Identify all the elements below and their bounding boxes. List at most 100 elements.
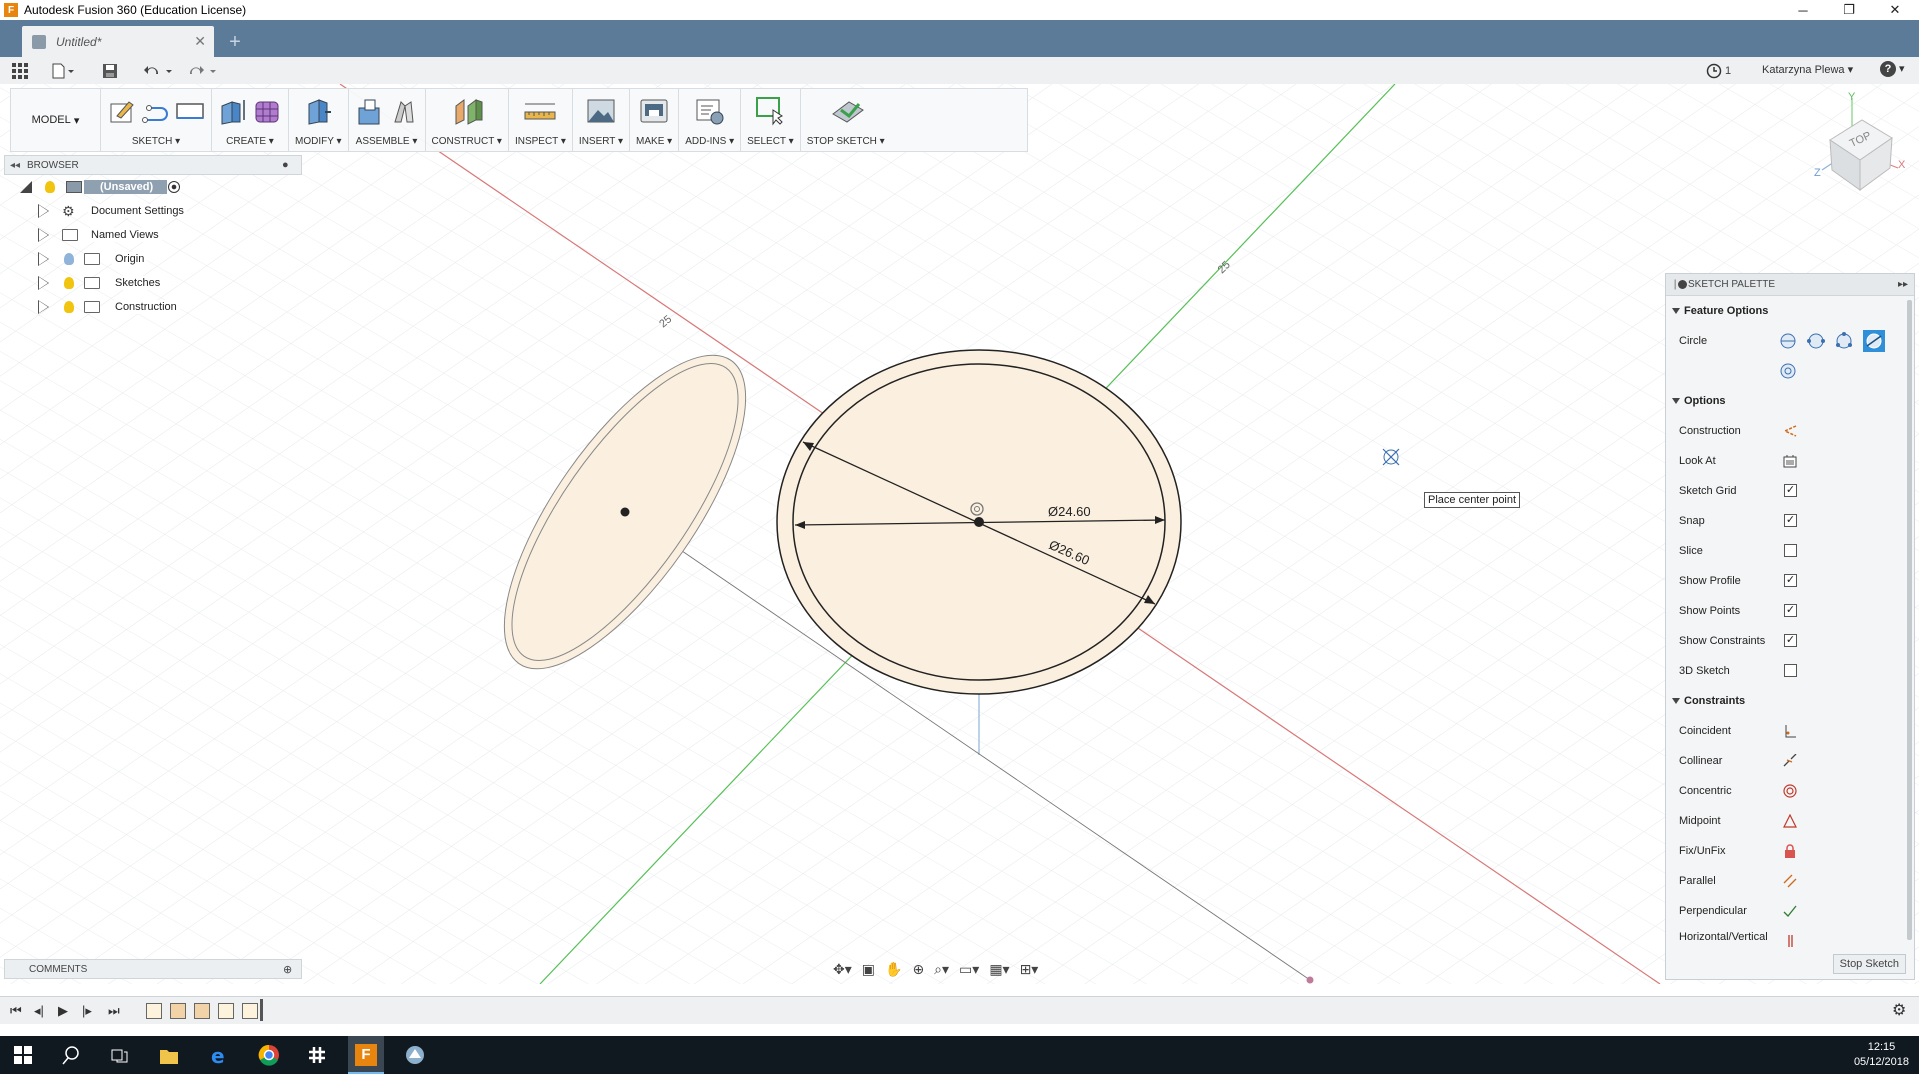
sketch-grid-checkbox[interactable]: ✓ [1784,484,1797,497]
toolbar-group-assemble[interactable]: ASSEMBLE ▾ [349,89,426,151]
task-view-icon[interactable] [108,1044,130,1066]
close-tab-button[interactable]: ✕ [194,33,206,50]
select-menu-label[interactable]: SELECT ▾ [747,136,794,147]
visibility-bulb-icon[interactable] [64,301,74,313]
help-button[interactable]: ? ▾ [1880,61,1905,77]
line-end-point[interactable] [1306,976,1314,984]
file-menu-icon[interactable] [52,60,74,82]
extrude-icon[interactable] [218,96,248,126]
stop-sketch-menu-label[interactable]: STOP SKETCH ▾ [807,136,885,147]
toolbar-group-select[interactable]: SELECT ▾ [741,89,801,151]
timeline-extrude-feature[interactable] [194,1003,210,1019]
option-construction[interactable]: Construction [1666,416,1914,446]
options-section[interactable]: Options [1666,386,1914,416]
search-icon[interactable] [60,1044,82,1066]
make-menu-label[interactable]: MAKE ▾ [636,136,672,147]
undo-icon[interactable] [144,60,174,82]
select-icon[interactable] [755,96,785,126]
toolbar-group-modify[interactable]: MODIFY ▾ [289,89,349,151]
timeline-marker[interactable] [260,999,263,1021]
constraints-section[interactable]: Constraints [1666,686,1914,716]
minimize-button[interactable]: ─ [1780,0,1826,20]
toolbar-group-inspect[interactable]: INSPECT ▾ [509,89,573,151]
three-point-circle-icon[interactable] [1835,332,1853,350]
insert-image-icon[interactable] [586,96,616,126]
play-icon[interactable]: ▶ [58,1003,68,1019]
root-label[interactable]: (Unsaved) [84,180,168,194]
toolbar-group-sketch[interactable]: SKETCH ▾ [101,89,212,151]
three-tangent-circle-icon[interactable] [1779,362,1797,380]
browser-options-icon[interactable]: ● [282,159,289,171]
insert-menu-label[interactable]: INSERT ▾ [579,136,623,147]
chrome-icon[interactable] [258,1044,280,1066]
toolbar-group-construct[interactable]: CONSTRUCT ▾ [426,89,509,151]
toolbar-group-addins[interactable]: ADD-INS ▾ [679,89,742,151]
slack-icon[interactable] [306,1044,328,1066]
go-to-end-icon[interactable]: ⏭ [108,1003,120,1019]
constraint-fix[interactable]: Fix/UnFix [1666,836,1914,866]
browser-root-node[interactable]: (Unsaved) [4,175,302,199]
collapse-triangle-icon[interactable] [20,181,32,193]
sketch-menu-label[interactable]: SKETCH ▾ [132,136,180,147]
constraint-parallel[interactable]: Parallel [1666,866,1914,896]
browser-item-origin[interactable]: Origin [4,247,302,271]
constraint-perpendicular[interactable]: Perpendicular [1666,896,1914,926]
option-sketch-grid[interactable]: Sketch Grid ✓ [1666,476,1914,506]
constraint-horizontal-vertical[interactable]: Horizontal/Vertical [1666,926,1914,948]
collapse-browser-icon[interactable]: ◂◂ [10,160,20,171]
midpoint-icon[interactable] [1783,814,1797,828]
3d-sketch-checkbox[interactable] [1784,664,1797,677]
fusion-taskbar-button[interactable]: F [348,1036,384,1074]
close-window-button[interactable]: ✕ [1872,0,1918,20]
toolbar-group-create[interactable]: CREATE ▾ [212,89,289,151]
slice-checkbox[interactable] [1784,544,1797,557]
snap-checkbox[interactable]: ✓ [1784,514,1797,527]
stop-sketch-icon[interactable] [831,96,864,126]
parallel-icon[interactable] [1783,874,1797,888]
pan-icon[interactable]: ✋ [885,961,902,978]
job-status-icon[interactable]: 1 [1706,60,1731,82]
constraint-collinear[interactable]: Collinear [1666,746,1914,776]
constraint-concentric[interactable]: Concentric [1666,776,1914,806]
option-show-profile[interactable]: Show Profile ✓ [1666,566,1914,596]
new-tab-button[interactable]: + [222,30,248,54]
browser-item-document-settings[interactable]: ⚙ Document Settings [4,199,302,223]
browser-item-named-views[interactable]: Named Views [4,223,302,247]
create-sketch-icon[interactable] [107,96,137,126]
app-taskbar-icon[interactable] [404,1044,426,1066]
fix-icon[interactable] [1783,844,1797,858]
option-look-at[interactable]: Look At [1666,446,1914,476]
visibility-bulb-icon[interactable] [64,277,74,289]
workspace-switcher[interactable]: MODEL ▾ [11,89,101,151]
save-icon[interactable] [102,60,118,82]
timeline-sketch-feature[interactable] [218,1003,234,1019]
grid-settings-icon[interactable]: ▦▾ [989,961,1009,978]
add-comment-icon[interactable]: ⊕ [283,963,292,976]
viewports-icon[interactable]: ⊞▾ [1020,961,1039,978]
go-to-start-icon[interactable]: ⏮ [10,1003,22,1019]
visibility-bulb-icon[interactable] [45,181,55,193]
3d-print-icon[interactable] [639,96,669,126]
scripts-addins-icon[interactable] [695,96,725,126]
constraint-coincident[interactable]: Coincident [1666,716,1914,746]
activate-radio-icon[interactable] [168,181,180,193]
sketch-palette-header[interactable]: ❘ SKETCH PALETTE ▸▸ [1666,274,1914,296]
press-pull-icon[interactable] [303,96,333,126]
offset-plane-icon[interactable] [452,96,483,126]
timeline-sketch-feature[interactable] [146,1003,162,1019]
concentric-icon[interactable] [1783,784,1797,798]
browser-header[interactable]: ◂◂ BROWSER ● [4,155,302,175]
step-back-icon[interactable]: ◂| [34,1003,44,1019]
center-diameter-circle-icon[interactable] [1779,332,1797,350]
option-3d-sketch[interactable]: 3D Sketch [1666,656,1914,686]
system-clock[interactable]: 12:15 05/12/2018 [1854,1040,1909,1070]
addins-menu-label[interactable]: ADD-INS ▾ [685,136,734,147]
modify-menu-label[interactable]: MODIFY ▾ [295,136,342,147]
option-show-constraints[interactable]: Show Constraints ✓ [1666,626,1914,656]
rectangle-tool-icon[interactable] [175,96,205,126]
horizontal-vertical-icon[interactable] [1783,934,1797,948]
redo-icon[interactable] [188,60,218,82]
timeline-sketch-feature[interactable] [242,1003,258,1019]
feature-options-section[interactable]: Feature Options [1666,296,1914,326]
ring-center-point[interactable] [620,507,630,517]
